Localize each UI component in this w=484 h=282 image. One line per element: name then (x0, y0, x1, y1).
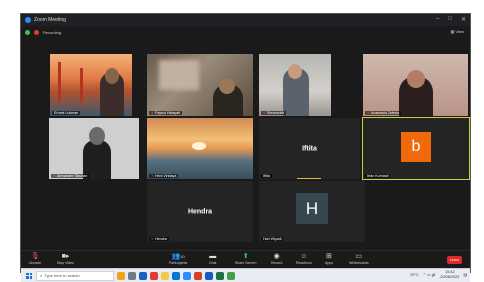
title-bar: Zoom Meeting – □ ✕ (21, 14, 470, 26)
video-camera-icon: ■▸ (61, 253, 70, 260)
unmute-label: Unmute (29, 261, 42, 265)
participant-name: ✕Anastasia Zeferia (365, 111, 401, 115)
video-tile[interactable]: ✕Anastasia Zeferia (363, 54, 468, 116)
share-screen-label: Share Screen (235, 261, 257, 265)
video-tile[interactable]: ✕Sievensiell (259, 54, 331, 116)
video-tile[interactable]: ✕Alexander Siburian (49, 118, 139, 179)
system-tray: 29°C ⌃ ▭ 🔊 15:42 20/08/2022 ▤ (410, 270, 467, 279)
person-face (219, 78, 235, 94)
close-button[interactable]: ✕ (461, 16, 466, 23)
video-tile[interactable]: Ernest Lukman (50, 54, 132, 116)
window-title: Zoom Meeting (34, 17, 66, 23)
whiteboards-button[interactable]: ▭ Whiteboards (349, 253, 369, 265)
excel-icon[interactable] (216, 271, 224, 280)
participants-label: Participants (169, 261, 188, 265)
video-tile[interactable]: ✕Fayrus Hidayati (147, 54, 253, 116)
stop-video-button[interactable]: ■▸ Stop Video (57, 253, 74, 265)
person-face (288, 64, 302, 79)
reactions-icon: ☺ (300, 253, 308, 260)
meeting-toolbar: 🎙 Unmute ■▸ Stop Video 👥10 Participants … (21, 250, 470, 270)
clock[interactable]: 15:42 20/08/2022 (440, 270, 459, 279)
apps-label: Apps (325, 261, 333, 265)
recording-dot-icon (34, 29, 39, 35)
windows-start-icon[interactable] (24, 271, 34, 281)
unmute-button[interactable]: 🎙 Unmute (29, 253, 41, 265)
video-tile[interactable]: ✕Heni Viridaya (147, 118, 253, 179)
app-icon[interactable] (150, 271, 158, 280)
bridge-tower (58, 62, 61, 102)
chat-label: Chat (209, 261, 217, 265)
minimize-button[interactable]: – (436, 16, 439, 23)
share-screen-icon: ⬆ (242, 253, 249, 260)
background-blur (159, 60, 199, 90)
participant-name: ✕Alexander Siburian (51, 174, 90, 178)
participant-name: ✕Heni Viridaya (149, 174, 179, 178)
participant-display-name: Hendra (187, 208, 213, 215)
record-label: Record (271, 261, 283, 265)
video-tile[interactable]: H Hari Wiyadi (259, 181, 365, 242)
search-placeholder: Type here to search (44, 273, 80, 278)
file-explorer-icon[interactable] (161, 271, 169, 280)
view-button[interactable]: ▦ View (451, 29, 465, 34)
video-tile-active-speaker[interactable]: b Irfan Kurniadi (362, 117, 470, 180)
weather-widget-icon[interactable] (117, 271, 125, 280)
meeting-info-bar: Recording ▦ View (21, 27, 470, 37)
zoom-logo-icon (25, 17, 31, 23)
participant-name: ✕Hendra (149, 237, 169, 241)
participant-name: Irfan Kurniadi (365, 174, 391, 178)
person-face (407, 70, 425, 88)
zoom-window: Zoom Meeting – □ ✕ Recording ▦ View Erne… (20, 13, 471, 282)
person-face (89, 127, 105, 145)
participant-name: Hari Wiyadi (261, 237, 284, 241)
recording-label: Recording (43, 29, 62, 35)
participant-name: Ernest Lukman (52, 111, 81, 115)
zoom-taskbar-icon[interactable] (183, 271, 191, 280)
tray-icons[interactable]: ⌃ ▭ 🔊 (423, 272, 437, 277)
edge-icon[interactable] (172, 271, 180, 280)
participants-button[interactable]: 👥10 Participants (169, 253, 187, 265)
stop-video-label: Stop Video (57, 261, 75, 265)
app-icon[interactable] (139, 271, 147, 280)
search-icon: ⌕ (40, 273, 43, 278)
powerpoint-icon[interactable] (194, 271, 202, 280)
end-meeting-button[interactable]: Leave (447, 256, 462, 264)
word-icon[interactable] (205, 271, 213, 280)
apps-icon: ⊞ (326, 253, 332, 260)
notification-icon[interactable]: ▤ (463, 272, 467, 277)
participant-name: ✕Sievensiell (261, 111, 287, 115)
windows-taskbar: ⌕ Type here to search 29°C ⌃ ▭ 🔊 15:42 2… (21, 268, 470, 282)
chrome-icon[interactable] (227, 271, 235, 280)
avatar: H (296, 193, 328, 224)
chat-button[interactable]: ▬ Chat (209, 253, 216, 265)
maximize-button[interactable]: □ (448, 16, 452, 23)
microphone-muted-icon: 🎙 (30, 253, 40, 260)
reactions-label: Reactions (296, 261, 312, 265)
participant-name: Iftita (261, 174, 272, 178)
whiteboard-icon: ▭ (355, 253, 363, 260)
bridge-tower (80, 68, 83, 102)
avatar: b (401, 132, 431, 162)
share-screen-button[interactable]: ⬆ Share Screen (235, 253, 256, 265)
record-icon: ◉ (273, 253, 280, 260)
weather-temp: 29°C (410, 272, 419, 277)
participant-name: ✕Fayrus Hidayati (149, 111, 182, 115)
whiteboards-label: Whiteboards (349, 261, 369, 265)
participants-icon: 👥10 (171, 253, 185, 260)
task-view-icon[interactable] (128, 271, 136, 280)
record-button[interactable]: ◉ Record (271, 253, 282, 265)
reactions-button[interactable]: ☺ Reactions (296, 253, 312, 265)
clock-date: 20/08/2022 (440, 274, 460, 279)
video-tile[interactable]: Iftita Iftita (259, 118, 360, 179)
participant-display-name: Iftita (302, 145, 317, 152)
chat-icon: ▬ (209, 253, 217, 260)
person-face (105, 68, 119, 84)
view-label: View (455, 29, 464, 34)
apps-button[interactable]: ⊞ Apps (325, 253, 333, 265)
taskbar-search[interactable]: ⌕ Type here to search (36, 270, 114, 281)
speaker-indicator (297, 178, 321, 179)
shield-icon[interactable] (25, 29, 30, 35)
video-tile[interactable]: Hendra ✕Hendra (147, 181, 253, 242)
window-controls: – □ ✕ (436, 16, 466, 23)
sun-shape (192, 142, 206, 150)
